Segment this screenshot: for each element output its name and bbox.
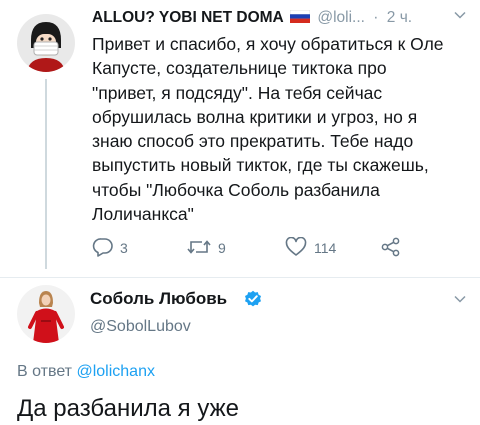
tweet2-display-name[interactable]: Соболь Любовь	[90, 289, 227, 309]
reply-prefix: В ответ	[17, 363, 73, 380]
like-icon[interactable]	[285, 236, 307, 262]
reply-count: 3	[120, 240, 128, 256]
tweet1-display-name[interactable]: ALLOU? YOBI NET DOMA	[92, 9, 284, 26]
avatar-allou[interactable]	[17, 14, 75, 72]
tweet1-header: ALLOU? YOBI NET DOMA @loli... · 2 ч.	[92, 9, 412, 27]
tweet1-timestamp[interactable]: 2 ч.	[387, 9, 412, 26]
reply-handle-link[interactable]: @lolichanx	[76, 363, 155, 380]
tweet1-body-line: выпустить новый тикток, где ты скажешь,	[92, 155, 429, 176]
tweet1-body-line: знаю способ это прекратить. Тебе надо	[92, 131, 414, 152]
reply-icon[interactable]	[92, 237, 114, 262]
tweet1-body-line: "привет, я подсяду". На тебя сейчас	[92, 82, 383, 103]
verified-badge-icon	[244, 290, 262, 308]
tweet2-handle[interactable]: @SobolLubov	[90, 318, 191, 336]
chevron-down-icon[interactable]	[453, 8, 467, 22]
tweet-divider	[0, 277, 480, 278]
tweet1-body-line: Привет и спасибо, я хочу обратиться к Ол…	[92, 34, 444, 54]
share-icon[interactable]	[380, 237, 402, 262]
chevron-down-icon[interactable]	[453, 292, 467, 306]
tweet1-handle[interactable]: @loli...	[317, 9, 365, 26]
like-count: 114	[314, 240, 337, 256]
reply-context: В ответ @lolichanx	[17, 363, 155, 381]
tweet2-body: Да разбанила я уже	[17, 395, 239, 422]
thread-connector-line	[45, 79, 47, 269]
russian-flag-icon	[289, 9, 311, 23]
tweet1-body-line: Капусте, создательнице тиктока про	[92, 58, 387, 79]
meta-separator: ·	[373, 9, 379, 26]
tweet1-body: Привет и спасибо, я хочу обратиться к Ол…	[92, 32, 467, 226]
tweet1-body-line: чтобы "Любочка Соболь разбанила	[92, 179, 380, 200]
avatar-sobol[interactable]	[17, 285, 75, 343]
retweet-count: 9	[218, 240, 226, 256]
tweet1-body-line: Лоличанкса"	[92, 204, 194, 225]
retweet-icon[interactable]	[186, 237, 212, 262]
tweet1-body-line: обрушилась волна критики и угроз, но я	[92, 106, 418, 127]
